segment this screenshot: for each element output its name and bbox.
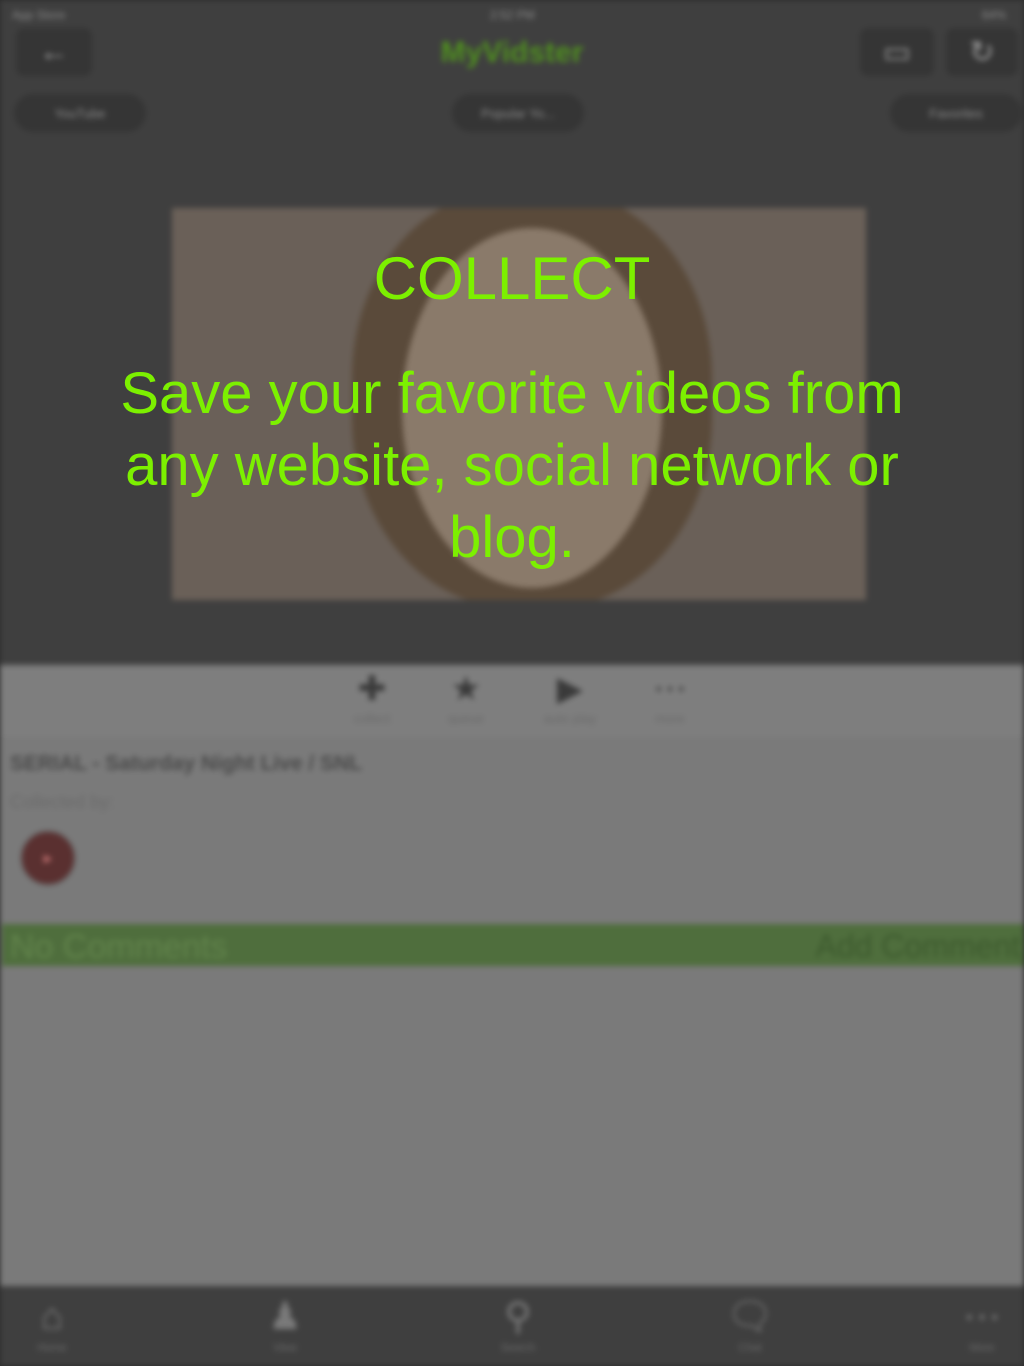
onboarding-overlay[interactable]: COLLECT Save your favorite videos from a… bbox=[0, 0, 1024, 1366]
overlay-heading: COLLECT bbox=[373, 245, 651, 312]
overlay-body: Save your favorite videos from any websi… bbox=[120, 361, 904, 570]
